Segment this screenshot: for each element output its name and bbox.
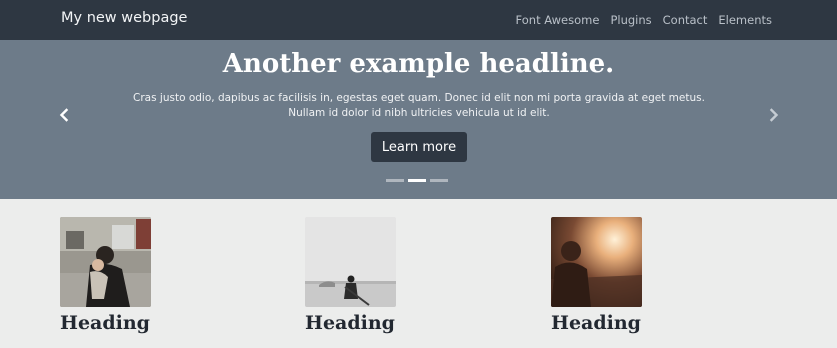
carousel-text: Cras justo odio, dapibus ac facilisis in… xyxy=(133,92,705,119)
feature-card: Heading xyxy=(305,217,397,334)
woman-at-sunset-photo xyxy=(551,217,642,307)
mother-and-child-photo xyxy=(60,217,151,307)
chevron-left-icon xyxy=(59,108,69,122)
feature-card: Heading xyxy=(60,217,152,334)
nav-links: Font Awesome Plugins Contact Elements xyxy=(516,13,772,27)
nav-link-font-awesome[interactable]: Font Awesome xyxy=(516,13,600,27)
carousel-indicator-active[interactable] xyxy=(408,179,426,182)
nav-link-contact[interactable]: Contact xyxy=(663,13,708,27)
carousel-indicator[interactable] xyxy=(430,179,448,182)
hero-carousel: Another example headline. Cras justo odi… xyxy=(0,40,837,199)
chevron-right-icon xyxy=(769,108,779,122)
carousel-prev-button[interactable] xyxy=(55,105,73,125)
person-on-beach-photo xyxy=(305,217,396,307)
nav-link-plugins[interactable]: Plugins xyxy=(610,13,651,27)
brand-link[interactable]: My new webpage xyxy=(61,10,187,26)
carousel-indicator[interactable] xyxy=(386,179,404,182)
card-heading: Heading xyxy=(551,312,641,334)
carousel-next-button[interactable] xyxy=(765,105,783,125)
card-heading: Heading xyxy=(305,312,395,334)
carousel-headline: Another example headline. xyxy=(222,49,615,79)
card-heading: Heading xyxy=(60,312,150,334)
navbar: My new webpage Font Awesome Plugins Cont… xyxy=(0,0,837,40)
nav-link-elements[interactable]: Elements xyxy=(718,13,772,27)
carousel-indicators xyxy=(386,179,448,182)
feature-card: Heading xyxy=(551,217,643,334)
learn-more-button[interactable]: Learn more xyxy=(371,132,467,162)
